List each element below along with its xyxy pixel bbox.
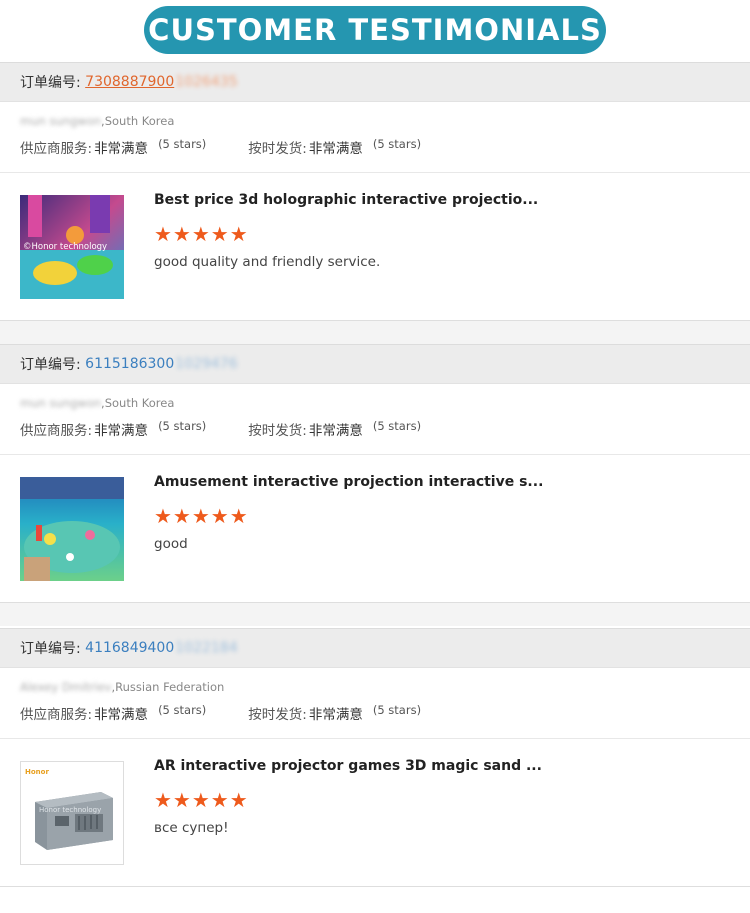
- buyer-country: ,South Korea: [101, 114, 175, 128]
- star-rating: ★★★★★: [154, 504, 249, 528]
- order-number-link[interactable]: 6115186300: [85, 356, 174, 372]
- review-card: 订单编号: 7308887900 1026435 mun sungwon,Sout…: [0, 62, 750, 347]
- product-title[interactable]: AR interactive projector games 3D magic …: [154, 758, 542, 774]
- buyer-country: ,South Korea: [101, 396, 175, 410]
- ontime-label: 按时发货:: [248, 423, 307, 439]
- supplier-service-stars: (5 stars): [158, 703, 207, 717]
- svg-text:Honor: Honor: [25, 768, 49, 776]
- supplier-service-label: 供应商服务:: [20, 423, 93, 439]
- thumbnail-caption: Honor technology: [39, 806, 101, 814]
- block-gap: [0, 321, 750, 344]
- buyer-info: mun sungwon,South Korea: [20, 396, 174, 410]
- product-thumbnail[interactable]: [20, 477, 124, 581]
- ontime-label: 按时发货:: [248, 707, 307, 723]
- review-comment: good quality and friendly service.: [154, 254, 381, 270]
- star-rating: ★★★★★: [154, 222, 249, 246]
- ontime-value: 非常满意: [308, 141, 363, 157]
- review-comment: все супер!: [154, 820, 229, 836]
- ontime-label: 按时发货:: [248, 141, 307, 157]
- review-card: 订单编号: 4116849400 1022184 Alexey Dmitriev,…: [0, 628, 750, 913]
- divider: [0, 738, 750, 739]
- order-label: 订单编号:: [20, 357, 81, 373]
- order-number-hidden: 1029476: [175, 356, 238, 372]
- order-number-link[interactable]: 4116849400: [85, 640, 174, 656]
- order-number-link[interactable]: 7308887900: [85, 74, 174, 90]
- ontime-stars: (5 stars): [372, 137, 422, 151]
- review-card: 订单编号: 6115186300 1029476 mun sungwon,Sout…: [0, 344, 750, 629]
- supplier-service-label: 供应商服务:: [20, 141, 93, 157]
- buyer-country: ,Russian Federation: [111, 680, 225, 694]
- product-title[interactable]: Best price 3d holographic interactive pr…: [154, 192, 538, 208]
- product-image: [20, 477, 124, 581]
- divider: [0, 454, 750, 455]
- thumbnail-caption: ©Honor technology: [23, 242, 107, 252]
- block-gap: [0, 603, 750, 626]
- product-title[interactable]: Amusement interactive projection interac…: [154, 474, 543, 490]
- star-rating: ★★★★★: [154, 788, 249, 812]
- header: CUSTOMER TESTIMONIALS: [0, 0, 750, 62]
- supplier-service-label: 供应商服务:: [20, 707, 93, 723]
- order-bar: 订单编号: 7308887900 1026435: [0, 62, 750, 102]
- buyer-info: Alexey Dmitriev,Russian Federation: [20, 680, 224, 694]
- buyer-name-hidden: Alexey Dmitriev: [20, 680, 112, 694]
- product-image: Honor Honor technology: [21, 762, 123, 864]
- product-thumbnail[interactable]: Honor Honor technology: [20, 761, 124, 865]
- order-label: 订单编号:: [20, 75, 81, 91]
- order-number-hidden: 1026435: [175, 74, 238, 90]
- supplier-service-stars: (5 stars): [158, 419, 207, 433]
- supplier-service-stars: (5 stars): [158, 137, 207, 151]
- review-comment: good: [154, 536, 188, 552]
- ontime-stars: (5 stars): [372, 419, 422, 433]
- supplier-service-value: 非常满意: [94, 423, 149, 439]
- supplier-service-value: 非常满意: [94, 707, 149, 723]
- rating-summary: 供应商服务: 非常满意 (5 stars) 按时发货: 非常满意 (5 star…: [20, 137, 421, 157]
- order-label: 订单编号:: [20, 641, 81, 657]
- ontime-value: 非常满意: [308, 423, 363, 439]
- order-bar: 订单编号: 6115186300 1029476: [0, 344, 750, 384]
- divider: [0, 172, 750, 173]
- order-number-hidden: 1022184: [175, 640, 238, 656]
- buyer-info: mun sungwon,South Korea: [20, 114, 174, 128]
- ontime-value: 非常满意: [308, 707, 363, 723]
- buyer-name-hidden: mun sungwon: [20, 114, 102, 128]
- ontime-stars: (5 stars): [372, 703, 422, 717]
- order-bar: 订单编号: 4116849400 1022184: [0, 628, 750, 668]
- divider: [0, 886, 750, 887]
- page-title: CUSTOMER TESTIMONIALS: [144, 6, 606, 54]
- product-image: ©Honor technology: [20, 195, 124, 299]
- rating-summary: 供应商服务: 非常满意 (5 stars) 按时发货: 非常满意 (5 star…: [20, 419, 421, 439]
- buyer-name-hidden: mun sungwon: [20, 396, 102, 410]
- supplier-service-value: 非常满意: [94, 141, 149, 157]
- product-thumbnail[interactable]: ©Honor technology: [20, 195, 124, 299]
- rating-summary: 供应商服务: 非常满意 (5 stars) 按时发货: 非常满意 (5 star…: [20, 703, 421, 723]
